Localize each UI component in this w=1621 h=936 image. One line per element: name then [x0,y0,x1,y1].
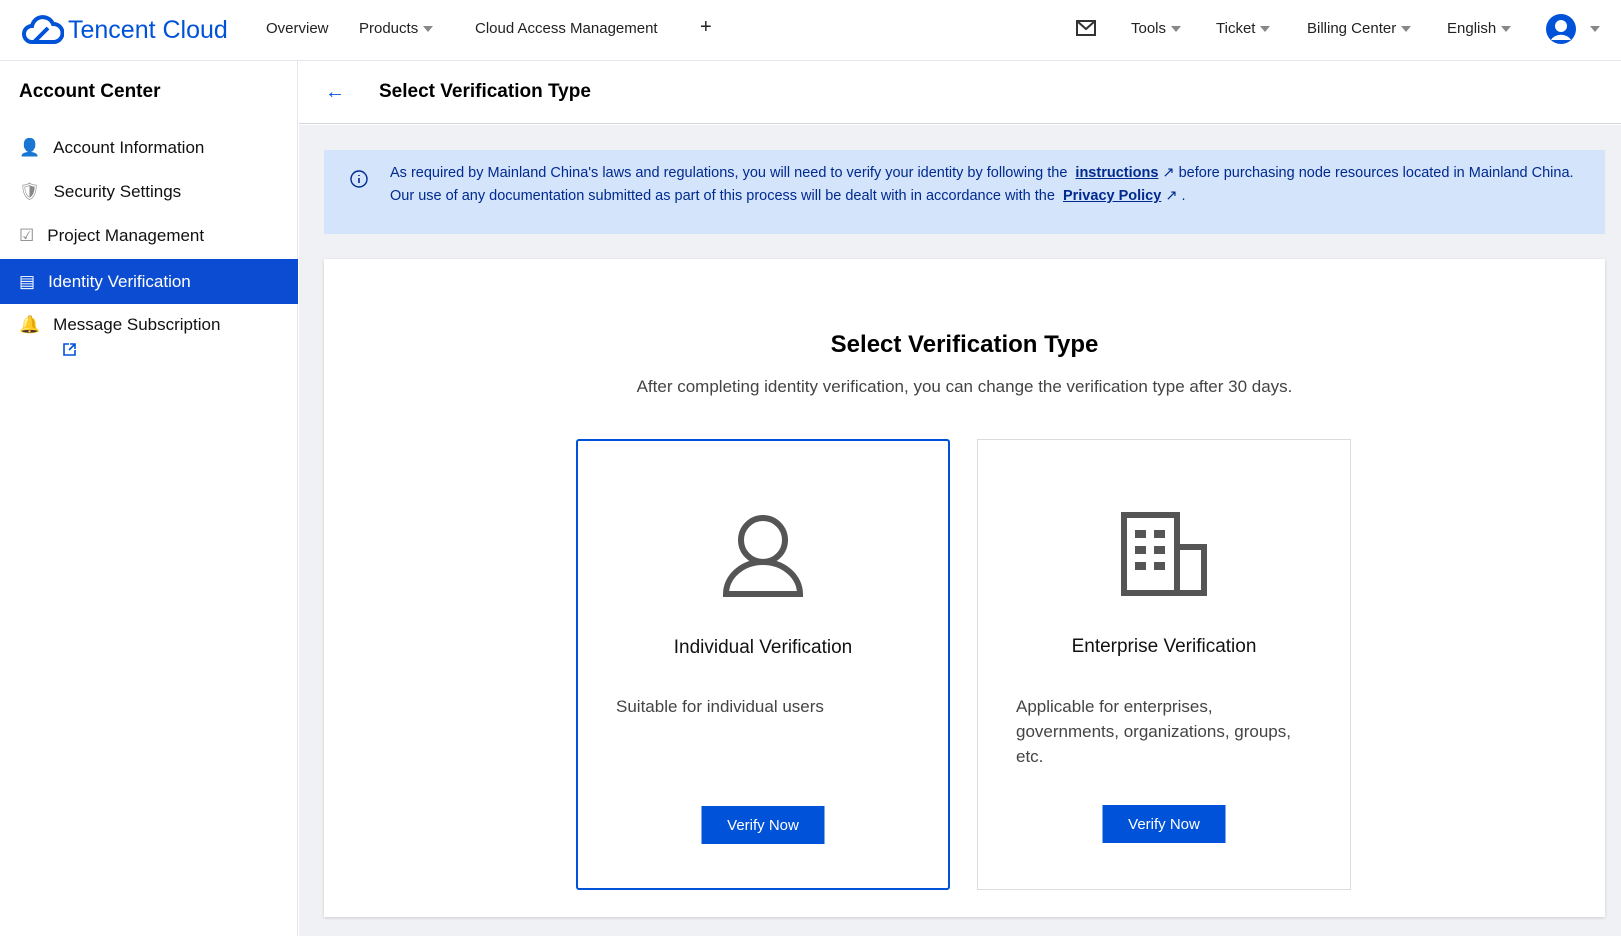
panel-subtitle: After completing identity verification, … [636,377,1293,396]
nav-ticket[interactable]: Ticket [1216,20,1271,37]
nav-overview[interactable]: Overview [266,20,329,37]
panel-title: Select Verification Type [830,331,1099,358]
sidebar-item-project-management[interactable]: ☑ Project Management [0,213,298,258]
sidebar-item-security-settings[interactable]: 🛡 Security Settings [0,169,298,214]
verify-now-button[interactable]: Verify Now [701,806,825,844]
page-title: Select Verification Type [379,81,591,102]
external-link-icon[interactable] [63,343,76,356]
back-arrow-icon[interactable]: ← [325,81,345,104]
instructions-link[interactable]: instructions [1075,165,1158,181]
avatar-icon [1546,14,1576,44]
mail-icon[interactable] [1076,20,1096,36]
individual-verification-card[interactable]: Individual Verification Suitable for ind… [576,439,950,890]
verification-panel: Select Verification Type After completin… [324,259,1605,917]
sidebar-item-identity-verification[interactable]: ▤ Identity Verification [0,259,298,304]
info-icon [350,170,368,188]
privacy-policy-link[interactable]: Privacy Policy [1063,188,1161,204]
nav-products[interactable]: Products [359,20,434,37]
sidebar-item-account-information[interactable]: 👤 Account Information [0,125,298,170]
user-avatar[interactable] [1546,14,1600,44]
card-description: Suitable for individual users [616,697,824,716]
id-card-icon: ▤ [19,271,36,291]
add-shortcut-button[interactable]: + [700,16,712,39]
nav-billing[interactable]: Billing Center [1307,20,1412,37]
page-header: ← Select Verification Type [299,61,1621,124]
person-icon [722,515,804,597]
card-title: Individual Verification [673,637,853,658]
chevron-down-icon [423,25,434,32]
bell-icon: 🔔 [19,314,41,334]
sidebar-item-message-subscription[interactable]: 🔔 Message Subscription [0,302,298,347]
external-link-icon[interactable]: ↗ [1162,165,1174,181]
sidebar-title: Account Center [19,81,161,102]
notice-banner: As required by Mainland China's laws and… [324,150,1605,234]
verify-now-button[interactable]: Verify Now [1102,805,1226,843]
nav-cam[interactable]: Cloud Access Management [475,20,658,37]
external-link-icon[interactable]: ↗ [1165,188,1177,204]
cloud-logo-icon [22,15,64,44]
top-nav: Tencent Cloud Overview Products Cloud Ac… [0,0,1621,61]
sidebar: Account Center 👤 Account Information 🛡 Sec… [0,61,298,936]
shield-icon: 🛡 [19,181,41,201]
card-description: Applicable for enterprises, governments,… [1016,697,1291,766]
folder-check-icon: ☑ [19,225,35,245]
tencent-cloud-logo[interactable]: Tencent Cloud [22,14,228,46]
enterprise-verification-card[interactable]: Enterprise Verification Applicable for e… [977,439,1351,890]
nav-tools[interactable]: Tools [1131,20,1182,37]
card-title: Enterprise Verification [1071,636,1257,657]
building-icon [1121,512,1207,596]
brand-name: Tencent Cloud [68,15,228,44]
user-card-icon: 👤 [19,137,41,157]
nav-language[interactable]: English [1447,20,1512,37]
